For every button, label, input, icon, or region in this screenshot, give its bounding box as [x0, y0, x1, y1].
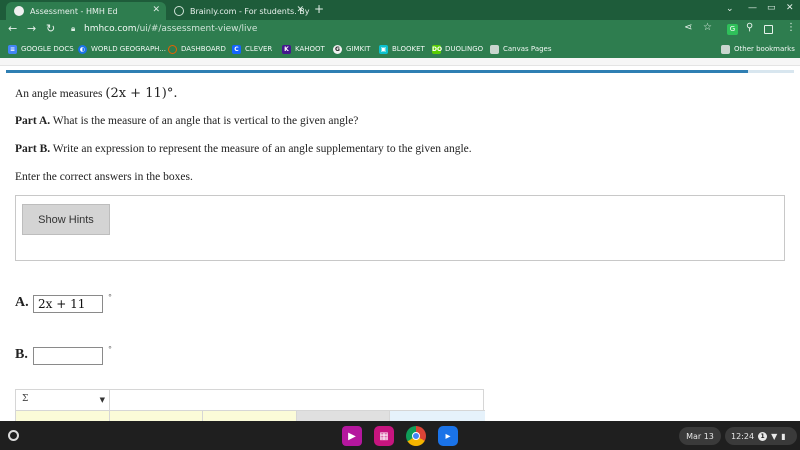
palette-tab-2[interactable] — [110, 411, 203, 421]
extension-icon[interactable]: G — [727, 24, 738, 35]
side-panel-icon[interactable] — [764, 25, 773, 34]
kahoot-icon: K — [282, 44, 291, 54]
wifi-icon: ▼ — [771, 431, 778, 441]
part-b-question: Part B. Write an expression to represent… — [15, 143, 472, 155]
close-window-icon[interactable]: ✕ — [786, 3, 794, 13]
url-path: /ui/#/assessment-view/live — [136, 24, 258, 34]
share-icon[interactable]: ⋖ — [684, 22, 692, 33]
back-icon[interactable]: ← — [8, 22, 17, 35]
palette-tab-5[interactable] — [390, 411, 485, 421]
tab-assessment[interactable]: Assessment - HMH Ed ✕ — [6, 2, 166, 20]
page-header-strip — [0, 58, 800, 66]
loading-favicon-icon — [174, 6, 184, 16]
battery-icon: ▮ — [781, 431, 786, 441]
instruction-text: Enter the correct answers in the boxes. — [15, 171, 193, 183]
assessment-page: An angle measures (2x + 11)°. Part A. Wh… — [0, 58, 800, 421]
pin-icon[interactable]: ⚲ — [746, 22, 753, 33]
minimize-icon[interactable]: — — [748, 3, 757, 13]
clock: 12:24 — [731, 431, 755, 441]
tab-search-icon[interactable]: ⌄ — [726, 4, 734, 14]
answer-b-input[interactable] — [33, 347, 103, 365]
tab-title: Brainly.com - For students. By st — [190, 6, 310, 16]
bookmark-duolingo[interactable]: DO DUOLINGO — [432, 43, 483, 55]
tab-brainly[interactable]: Brainly.com - For students. By st ✕ — [166, 2, 310, 20]
gallery-app-icon[interactable]: ▦ — [374, 426, 394, 446]
lock-icon[interactable]: 🔒︎ — [71, 24, 79, 34]
hints-panel: Show Hints — [15, 195, 785, 261]
globe-icon: ◐ — [78, 44, 87, 54]
docs-icon: ≡ — [8, 44, 17, 54]
blooket-icon: ▣ — [379, 44, 388, 54]
close-tab-icon[interactable]: ✕ — [152, 5, 160, 15]
answer-a-label: A. — [15, 295, 29, 310]
close-tab-icon[interactable]: ✕ — [296, 5, 304, 15]
screencast-app-icon[interactable]: ▶ — [342, 426, 362, 446]
duolingo-icon: DO — [432, 44, 443, 54]
answer-a-input[interactable]: 2x + 11 — [33, 295, 103, 313]
bookmark-clever[interactable]: C CLEVER — [232, 43, 272, 55]
math-editor-toolbar: Σ ▼ — [15, 389, 485, 421]
chrome-icon[interactable] — [406, 426, 426, 446]
clever-icon: C — [232, 44, 241, 54]
new-tab-button[interactable]: + — [314, 2, 324, 16]
answer-b-label: B. — [15, 347, 28, 362]
folder-icon — [721, 44, 730, 54]
bookmark-blooket[interactable]: ▣ BLOOKET — [379, 43, 425, 55]
bookmark-kahoot[interactable]: K KAHOOT — [282, 43, 325, 55]
gimkit-icon: G — [333, 44, 342, 54]
status-tray[interactable]: 12:24 1 ▼ ▮ — [725, 427, 797, 445]
bookmark-gimkit[interactable]: G GIMKIT — [333, 43, 370, 55]
bookmark-star-icon[interactable]: ☆ — [703, 22, 712, 33]
answer-b-unit: ° — [108, 345, 112, 354]
hmh-favicon-icon — [14, 6, 24, 16]
maximize-icon[interactable]: ▭ — [767, 3, 776, 13]
bookmark-dashboard[interactable]: DASHBOARD — [168, 43, 226, 55]
part-a-question: Part A. What is the measure of an angle … — [15, 115, 359, 127]
address-bar[interactable]: hmhco.com/ui/#/assessment-view/live — [84, 24, 257, 34]
progress-bar — [6, 70, 748, 73]
palette-tab-1[interactable] — [16, 411, 110, 421]
palette-tab-4[interactable] — [297, 411, 390, 421]
answer-a-unit: ° — [108, 293, 112, 302]
meet-icon[interactable]: ▸ — [438, 426, 458, 446]
other-bookmarks[interactable]: Other bookmarks — [721, 43, 795, 55]
date-display[interactable]: Mar 13 — [679, 427, 721, 445]
forward-icon[interactable]: → — [27, 22, 36, 35]
dashboard-icon — [168, 44, 177, 54]
launcher-icon[interactable] — [8, 430, 19, 441]
reload-icon[interactable]: ↻ — [46, 22, 55, 35]
symbol-select[interactable]: Σ ▼ — [16, 390, 110, 410]
chevron-down-icon: ▼ — [99, 396, 105, 404]
tab-title: Assessment - HMH Ed — [30, 6, 118, 16]
menu-icon[interactable]: ⋮ — [786, 22, 796, 33]
bookmark-google-docs[interactable]: ≡ GOOGLE DOCS — [8, 43, 74, 55]
question-intro: An angle measures (2x + 11)°. — [15, 86, 178, 101]
palette-tab-3[interactable] — [203, 411, 297, 421]
url-host: hmhco.com — [84, 24, 137, 34]
show-hints-button[interactable]: Show Hints — [22, 204, 110, 235]
bookmark-world-geography[interactable]: ◐ WORLD GEOGRAPH... — [78, 43, 166, 55]
folder-icon — [490, 44, 499, 54]
intro-expression: (2x + 11)°. — [105, 86, 178, 101]
bookmark-canvas-pages[interactable]: Canvas Pages — [490, 43, 552, 55]
notification-count: 1 — [758, 431, 768, 441]
